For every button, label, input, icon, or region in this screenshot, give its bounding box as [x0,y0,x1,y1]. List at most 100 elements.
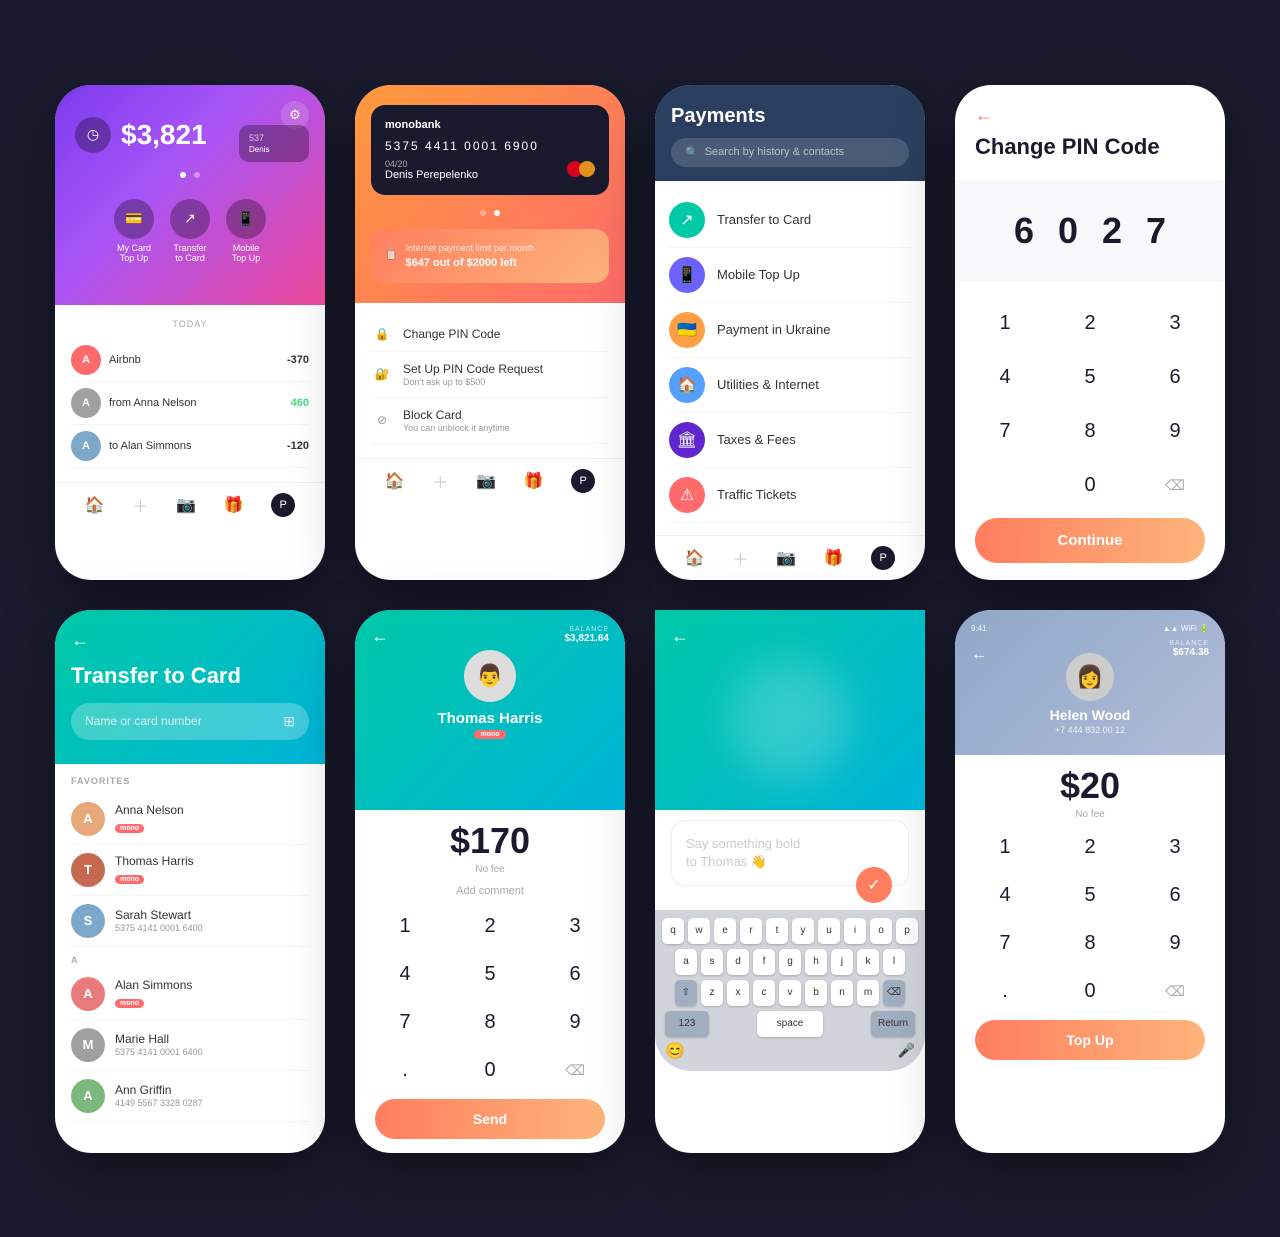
key-n[interactable]: n [831,980,853,1006]
topup-button[interactable]: Top Up [975,1020,1205,1060]
key-8[interactable]: 8 [1060,924,1120,964]
key-return[interactable]: Return [871,1011,915,1037]
list-item[interactable]: 🏛 Taxes & Fees [669,413,911,468]
key-4[interactable]: 4 [975,876,1035,916]
list-item[interactable]: ↗ Transfer to Card [669,193,911,248]
key-h[interactable]: h [805,949,827,975]
send-button[interactable]: Send [375,1099,605,1139]
camera-icon[interactable]: 📷 [176,495,196,515]
list-item[interactable]: S Sarah Stewart 5375 4141 0001 6400 [71,896,309,947]
table-row[interactable]: A to Alan Simmons -120 [71,425,309,468]
back-arrow-icon[interactable]: ← [971,646,987,664]
key-o[interactable]: o [870,918,892,944]
key-9[interactable]: 9 [545,1003,605,1043]
key-g[interactable]: g [779,949,801,975]
my-card-topup-button[interactable]: 💳 My CardTop Up [114,199,154,265]
key-2[interactable]: 2 [460,907,520,947]
key-a[interactable]: a [675,949,697,975]
key-5[interactable]: 5 [1060,356,1120,400]
key-d[interactable]: d [727,949,749,975]
key-i[interactable]: i [844,918,866,944]
home-icon[interactable]: 🏠 [385,471,405,491]
list-item[interactable]: 📱 Mobile Top Up [669,248,911,303]
key-k[interactable]: k [857,949,879,975]
menu-item-block-card[interactable]: ⊘ Block Card You can unblock it anytime [371,398,609,444]
back-arrow-icon[interactable]: ← [975,105,1205,126]
key-dot[interactable]: . [975,972,1035,1012]
table-row[interactable]: A from Anna Nelson 460 [71,382,309,425]
table-row[interactable]: A Airbnb -370 [71,339,309,382]
key-9[interactable]: 9 [1145,924,1205,964]
key-c[interactable]: c [753,980,775,1006]
key-shift[interactable]: ⇧ [675,980,697,1006]
key-q[interactable]: q [662,918,684,944]
key-b[interactable]: b [805,980,827,1006]
key-e[interactable]: e [714,918,736,944]
key-0[interactable]: 0 [460,1051,520,1091]
home-icon[interactable]: 🏠 [85,495,105,515]
key-7[interactable]: 7 [975,924,1035,964]
gift-icon[interactable]: 🎁 [524,471,544,491]
key-3[interactable]: 3 [1145,828,1205,868]
key-9[interactable]: 9 [1145,410,1205,454]
gift-icon[interactable]: 🎁 [224,495,244,515]
back-arrow-icon[interactable]: ← [371,626,389,647]
send-button[interactable]: ✓ [856,867,892,903]
key-0[interactable]: 0 [1060,464,1120,508]
key-delete[interactable]: ⌫ [1145,464,1205,508]
menu-item-setup-pin[interactable]: 🔐 Set Up PIN Code Request Don't ask up t… [371,352,609,398]
user-icon[interactable]: P [871,546,895,570]
key-r[interactable]: r [740,918,762,944]
key-1[interactable]: 1 [975,302,1035,346]
key-backspace[interactable]: ⌫ [883,980,905,1006]
plus-icon[interactable]: ＋ [432,469,448,493]
search-bar[interactable]: 🔍 Search by history & contacts [671,138,909,167]
user-icon[interactable]: P [271,493,295,517]
mic-icon[interactable]: 🎤 [898,1042,915,1059]
key-x[interactable]: x [727,980,749,1006]
home-icon[interactable]: 🏠 [685,548,705,568]
key-6[interactable]: 6 [1145,876,1205,916]
back-arrow-icon[interactable]: ← [71,630,309,651]
key-0[interactable]: 0 [1060,972,1120,1012]
menu-item-change-pin[interactable]: 🔒 Change PIN Code [371,317,609,352]
scan-icon[interactable]: ⊞ [283,713,295,730]
list-item[interactable]: A Alan Simmons mono [71,969,309,1020]
key-5[interactable]: 5 [1060,876,1120,916]
key-delete[interactable]: ⌫ [1145,972,1205,1012]
key-u[interactable]: u [818,918,840,944]
key-space[interactable]: space [757,1011,823,1037]
key-w[interactable]: w [688,918,710,944]
key-4[interactable]: 4 [375,955,435,995]
emoji-icon[interactable]: 😊 [665,1041,685,1061]
key-f[interactable]: f [753,949,775,975]
key-4[interactable]: 4 [975,356,1035,400]
mobile-topup-button[interactable]: 📱 MobileTop Up [226,199,266,265]
list-item[interactable]: A Anna Nelson mono [71,794,309,845]
key-3[interactable]: 3 [545,907,605,947]
key-7[interactable]: 7 [975,410,1035,454]
camera-icon[interactable]: 📷 [476,471,496,491]
key-j[interactable]: j [831,949,853,975]
plus-icon[interactable]: ＋ [132,493,148,517]
key-2[interactable]: 2 [1060,828,1120,868]
recipient-input[interactable]: Name or card number ⊞ [71,703,309,740]
key-2[interactable]: 2 [1060,302,1120,346]
key-6[interactable]: 6 [545,955,605,995]
key-1[interactable]: 1 [975,828,1035,868]
message-input[interactable]: Say something boldto Thomas 👋 ✓ [671,820,909,886]
key-delete[interactable]: ⌫ [545,1051,605,1091]
plus-icon[interactable]: ＋ [732,546,748,570]
key-1[interactable]: 1 [375,907,435,947]
key-l[interactable]: l [883,949,905,975]
key-y[interactable]: y [792,918,814,944]
list-item[interactable]: 🇺🇦 Payment in Ukraine [669,303,911,358]
key-z[interactable]: z [701,980,723,1006]
key-s[interactable]: s [701,949,723,975]
transfer-to-card-button[interactable]: ↗ Transferto Card [170,199,210,265]
key-dot[interactable]: . [375,1051,435,1091]
key-t[interactable]: t [766,918,788,944]
key-p[interactable]: p [896,918,918,944]
list-item[interactable]: ⚠ Traffic Tickets [669,468,911,523]
key-123[interactable]: 123 [665,1011,709,1037]
